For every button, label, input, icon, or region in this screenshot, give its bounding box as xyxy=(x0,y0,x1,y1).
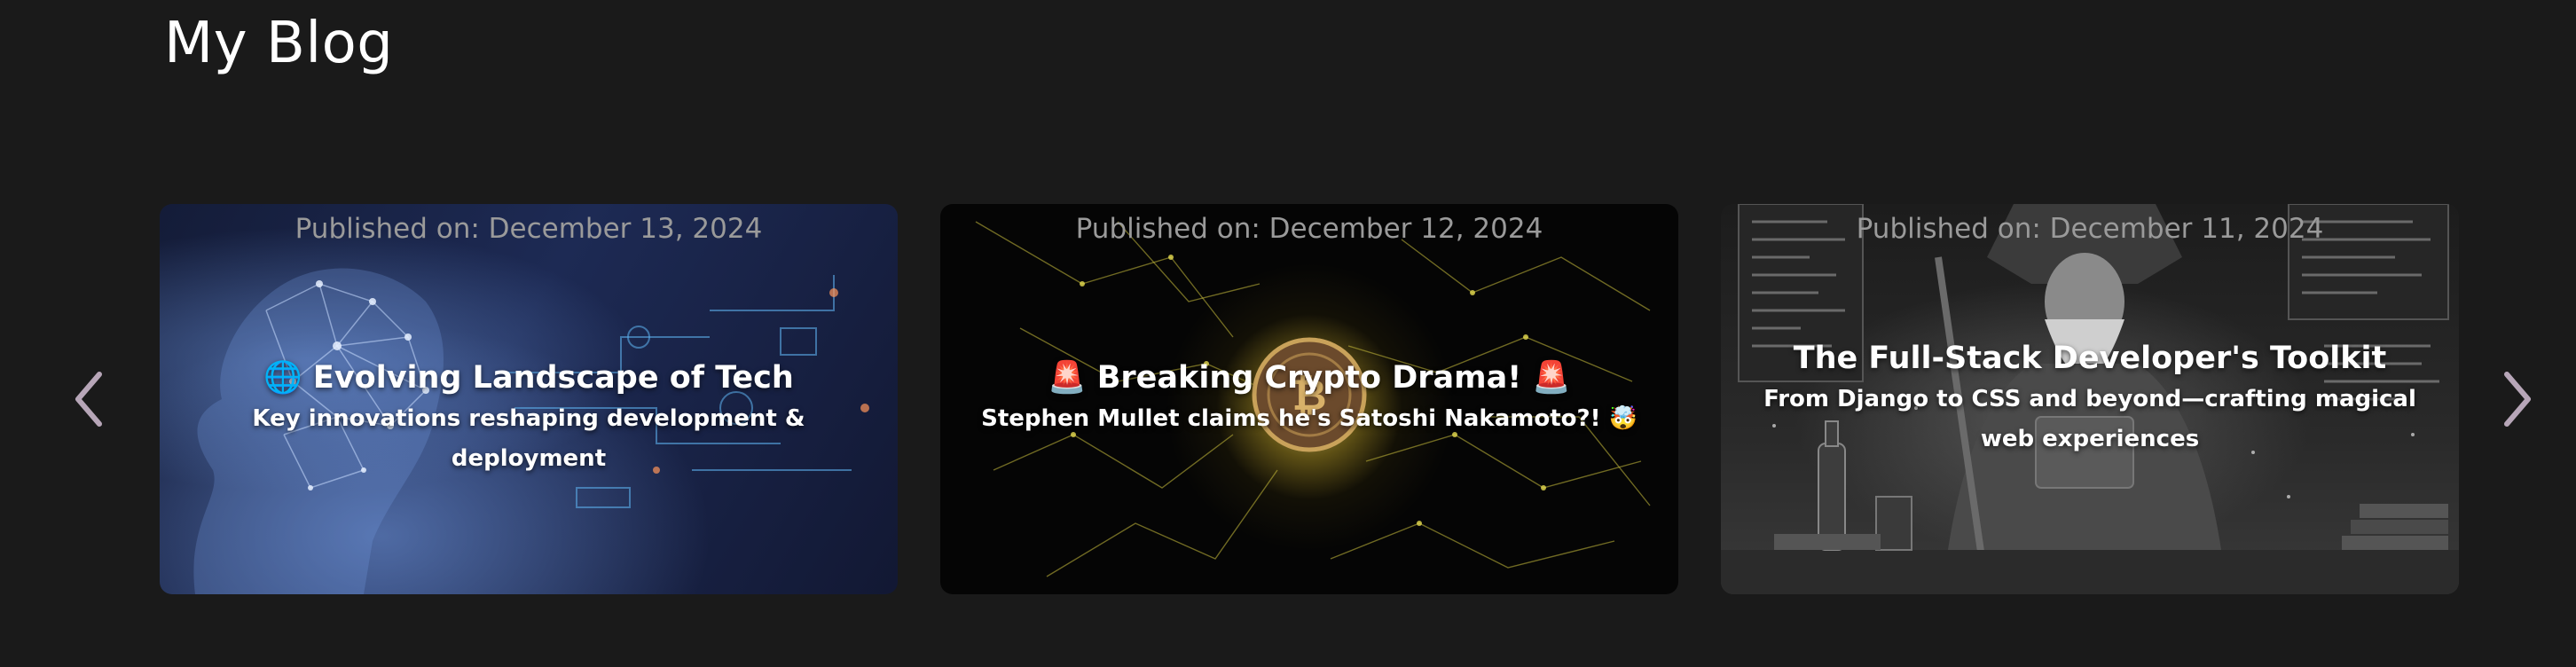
post-carousel: Published on: December 13, 2024 🌐 Evolvi… xyxy=(0,204,2576,594)
post-subtitle: Key innovations reshaping development & … xyxy=(252,405,805,472)
post-published-date: Published on: December 13, 2024 xyxy=(295,213,763,245)
post-card[interactable]: Published on: December 11, 2024 The Full… xyxy=(1721,204,2459,594)
carousel-next-button[interactable] xyxy=(2491,359,2544,439)
carousel-prev-button[interactable] xyxy=(62,359,115,439)
post-text: 🚨 Breaking Crypto Drama! 🚨 Stephen Mulle… xyxy=(967,357,1652,439)
chevron-left-icon xyxy=(75,372,102,427)
post-title: 🚨 Breaking Crypto Drama! 🚨 xyxy=(1047,360,1571,396)
post-text: The Full-Stack Developer's Toolkit From … xyxy=(1747,337,2432,459)
post-title: The Full-Stack Developer's Toolkit xyxy=(1793,341,2387,376)
chevron-right-icon xyxy=(2504,372,2531,427)
post-published-date: Published on: December 11, 2024 xyxy=(1856,213,2324,245)
post-card[interactable]: ₿ Published on: December 12, 2024 🚨 Brea… xyxy=(940,204,1678,594)
post-published-date: Published on: December 12, 2024 xyxy=(1075,213,1543,245)
post-subtitle: From Django to CSS and beyond—crafting m… xyxy=(1763,386,2416,452)
post-subtitle: Stephen Mullet claims he's Satoshi Nakam… xyxy=(981,405,1637,432)
post-card[interactable]: Published on: December 13, 2024 🌐 Evolvi… xyxy=(160,204,898,594)
post-text: 🌐 Evolving Landscape of Tech Key innovat… xyxy=(186,357,871,479)
post-title: 🌐 Evolving Landscape of Tech xyxy=(263,360,794,396)
blog-page: My Blog Published on: December 13, 2024 … xyxy=(0,0,2576,667)
page-title: My Blog xyxy=(164,11,394,76)
